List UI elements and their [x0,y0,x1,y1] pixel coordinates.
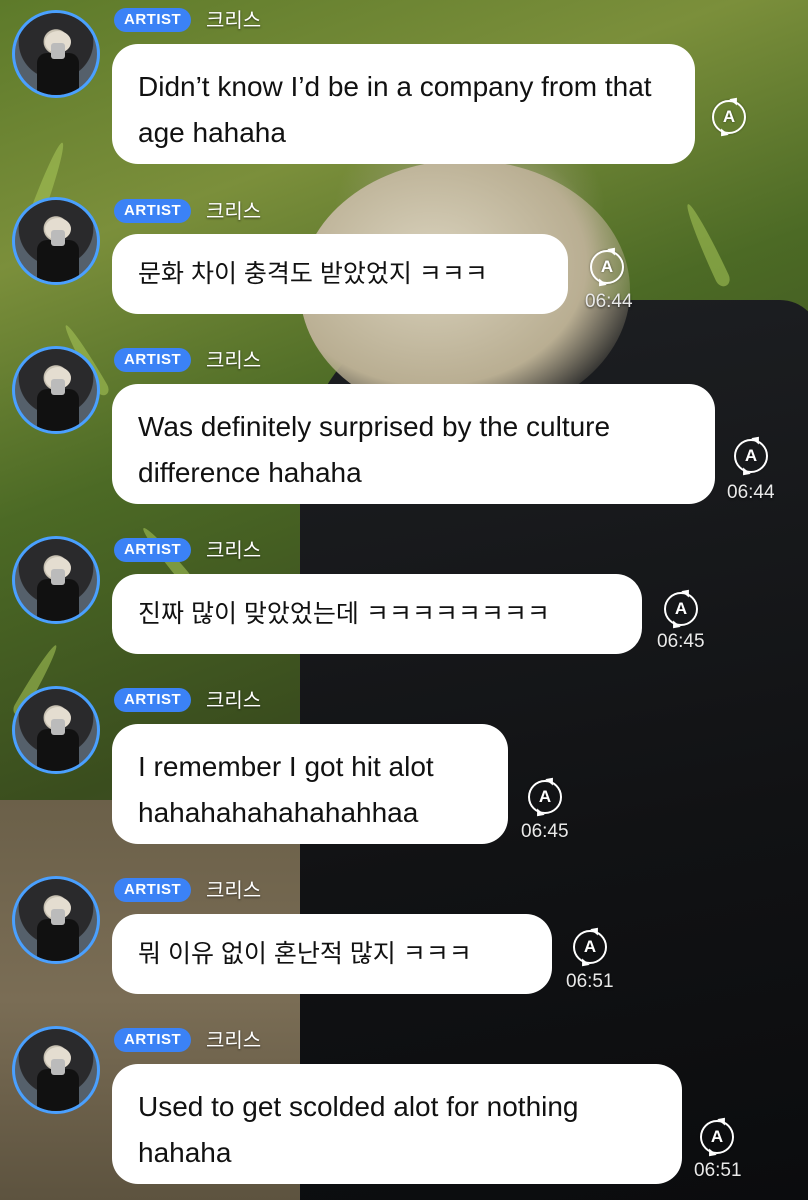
message-time: 06:44 [585,291,633,312]
message-time: 06:44 [727,482,775,503]
sender-name: 크리스 [206,538,262,562]
message-time: 06:51 [694,1160,742,1181]
artist-badge: ARTIST [114,878,192,902]
translate-icon[interactable]: A [528,780,562,814]
avatar[interactable] [12,197,100,285]
artist-badge: ARTIST [114,199,192,223]
translate-icon[interactable]: A [700,1120,734,1154]
sender-name: 크리스 [206,878,262,902]
artist-badge: ARTIST [114,538,192,562]
message-bubble[interactable]: 진짜 많이 맞았었는데 ㅋㅋㅋㅋㅋㅋㅋㅋ [112,574,642,654]
message-bubble[interactable]: 문화 차이 충격도 받았었지 ㅋㅋㅋ [112,234,568,314]
avatar[interactable] [12,536,100,624]
message-time: 06:45 [521,821,569,842]
artist-badge: ARTIST [114,8,192,32]
message-bubble[interactable]: Didn’t know I’d be in a company from tha… [112,44,695,164]
message-time: 06:51 [566,971,614,992]
translate-icon[interactable]: A [664,592,698,626]
avatar[interactable] [12,1026,100,1114]
avatar[interactable] [12,876,100,964]
sender-name: 크리스 [206,8,262,32]
artist-badge: ARTIST [114,348,192,372]
artist-badge: ARTIST [114,688,192,712]
translate-icon[interactable]: A [573,930,607,964]
avatar[interactable] [12,10,100,98]
message-bubble[interactable]: 뭐 이유 없이 혼난적 많지 ㅋㅋㅋ [112,914,552,994]
sender-name: 크리스 [206,1028,262,1052]
message-bubble[interactable]: I remember I got hit alot hahahahahahaha… [112,724,508,844]
sender-name: 크리스 [206,688,262,712]
avatar[interactable] [12,686,100,774]
translate-icon[interactable]: A [590,250,624,284]
message-bubble[interactable]: Was definitely surprised by the culture … [112,384,715,504]
translate-icon[interactable]: A [712,100,746,134]
message-bubble[interactable]: Used to get scolded alot for nothing hah… [112,1064,682,1184]
sender-name: 크리스 [206,348,262,372]
translate-icon[interactable]: A [734,439,768,473]
artist-badge: ARTIST [114,1028,192,1052]
sender-name: 크리스 [206,199,262,223]
avatar[interactable] [12,346,100,434]
message-time: 06:45 [657,631,705,652]
